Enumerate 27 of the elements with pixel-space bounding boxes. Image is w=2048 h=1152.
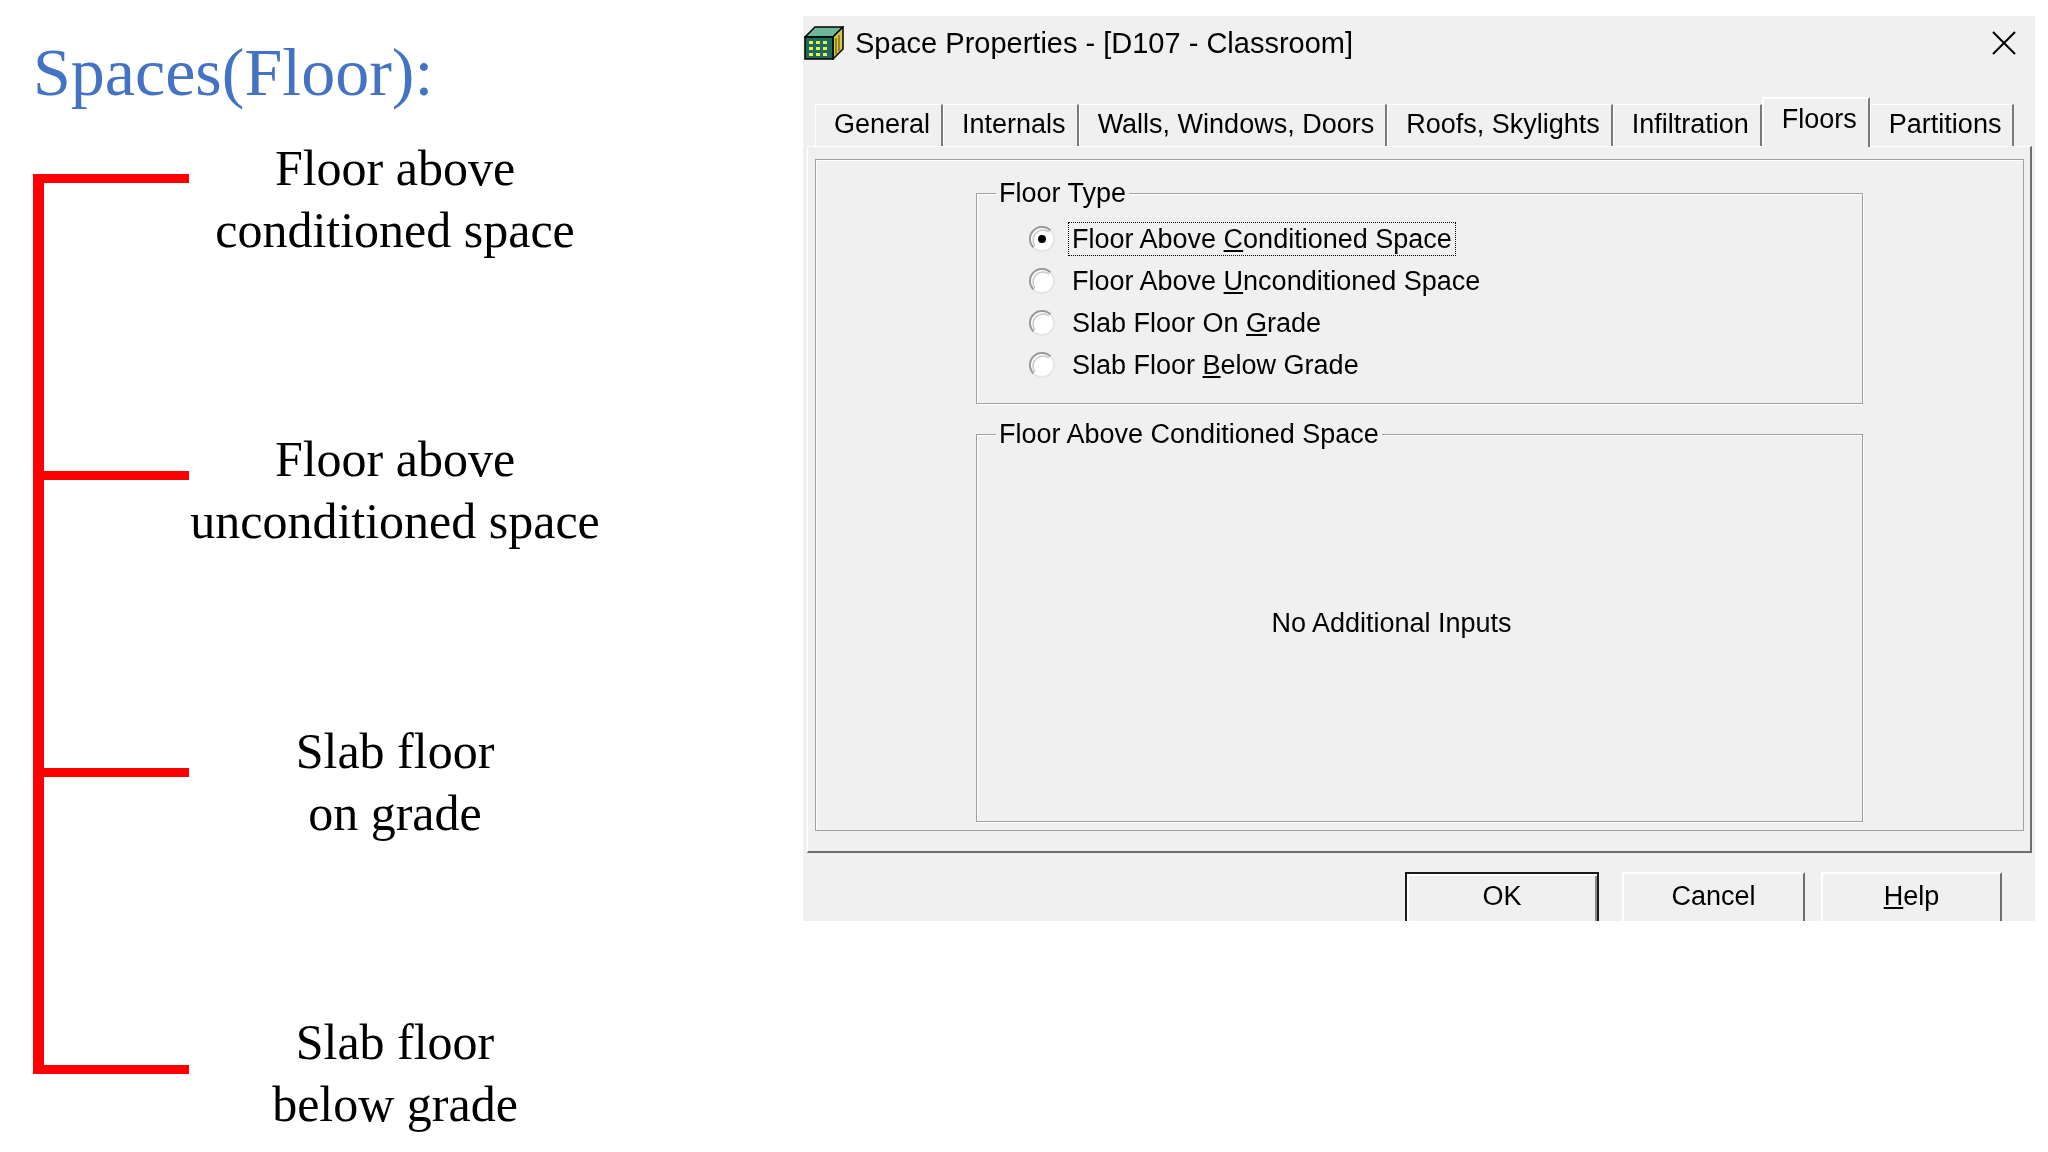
dialog-button[interactable]: Help [1821, 872, 2002, 921]
radio-button[interactable] [1029, 352, 1055, 378]
info-text: No Additional Inputs [1271, 607, 1512, 639]
window-title: Space Properties - [D107 - Classroom] [855, 26, 1354, 60]
bracket-label: Floor above conditioned space [215, 139, 575, 260]
cube-icon [804, 26, 844, 60]
radio-label[interactable]: Floor Above Conditioned Space [1068, 222, 1456, 256]
radio-label[interactable]: Floor Above Unconditioned Space [1068, 264, 1485, 298]
tab[interactable]: Internals [943, 104, 1079, 146]
tab[interactable]: Walls, Windows, Doors [1078, 104, 1388, 146]
radio-label[interactable]: Slab Floor On Grade [1068, 306, 1326, 340]
bracket-label: Floor above unconditioned space [190, 430, 600, 552]
tab[interactable]: Floors [1761, 97, 1870, 147]
radio-button[interactable] [1029, 226, 1055, 252]
tab[interactable]: Infiltration [1612, 104, 1762, 146]
radio-button[interactable] [1029, 268, 1055, 294]
radio-button[interactable] [1029, 310, 1055, 336]
radio-label[interactable]: Slab Floor Below Grade [1068, 348, 1363, 382]
slide-title: Spaces(Floor): [33, 33, 434, 111]
bracket-label: Slab floor on grade [295, 721, 495, 843]
dialog-button[interactable]: Cancel [1622, 872, 1805, 921]
tab[interactable]: Roofs, Skylights [1387, 104, 1613, 146]
bracket-label: Slab floor below grade [272, 1013, 518, 1134]
tab[interactable]: Partitions [1869, 104, 2015, 146]
close-icon [1992, 31, 2016, 55]
tab[interactable]: General [815, 104, 944, 146]
dialog-button[interactable]: OK [1405, 872, 1599, 921]
